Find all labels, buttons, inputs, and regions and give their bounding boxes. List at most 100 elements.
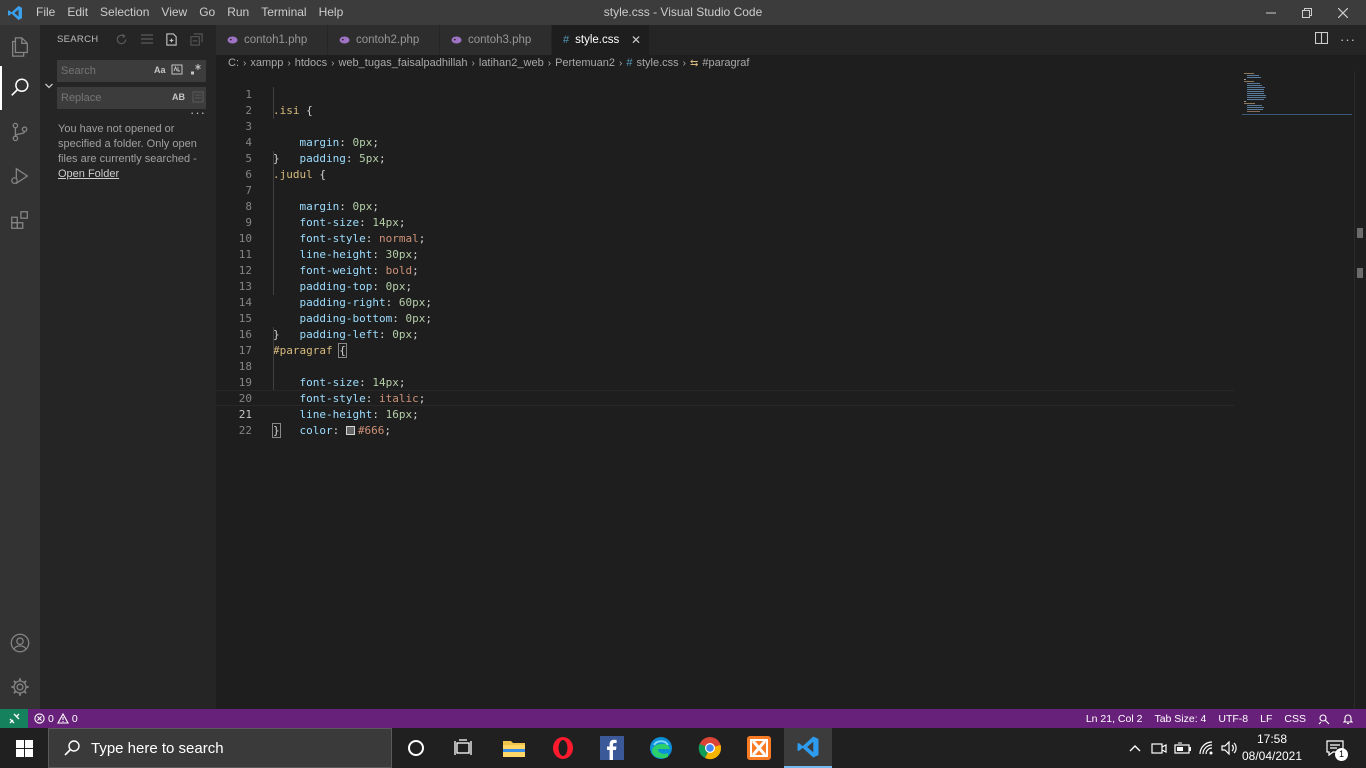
menu-terminal[interactable]: Terminal — [255, 0, 312, 25]
menu-selection[interactable]: Selection — [94, 0, 155, 25]
tab-style-css[interactable]: # style.css ✕ — [552, 25, 650, 55]
collapse-all-icon[interactable] — [189, 32, 204, 46]
code-line: 14 padding-left: 0px; — [216, 279, 1234, 341]
vscode-taskbar-button[interactable] — [784, 728, 832, 768]
files-icon — [12, 37, 28, 57]
split-editor-icon[interactable] — [1314, 31, 1329, 47]
tab-contoh2-php[interactable]: contoh2.php — [328, 25, 440, 55]
editor-tabs: contoh1.php contoh2.php contoh3.php # st… — [216, 25, 1366, 55]
accounts-button[interactable] — [0, 621, 40, 665]
wifi-icon — [1199, 741, 1213, 755]
breadcrumb-item[interactable]: style.css — [636, 57, 678, 69]
problems-indicator[interactable]: 0 0 — [28, 713, 84, 725]
search-icon — [64, 740, 80, 756]
breadcrumb-item[interactable]: #paragraf — [702, 57, 749, 69]
toggle-search-details-button[interactable]: ··· — [190, 105, 206, 120]
menu-run[interactable]: Run — [221, 0, 255, 25]
tab-label: contoh1.php — [244, 34, 308, 46]
source-control-button[interactable] — [0, 110, 40, 154]
chevron-right-icon: › — [471, 57, 475, 69]
vertical-scrollbar[interactable] — [1354, 71, 1366, 709]
text-cursor — [279, 423, 281, 437]
minimap[interactable] — [1242, 71, 1352, 115]
chrome-button[interactable] — [686, 728, 734, 768]
sidebar-actions — [114, 32, 204, 46]
show-hidden-icons-button[interactable] — [1124, 728, 1146, 768]
volume-button[interactable] — [1219, 728, 1241, 768]
code-line: 3 padding: 5px; — [216, 103, 1234, 165]
remote-indicator[interactable] — [0, 709, 28, 728]
close-window-button[interactable] — [1320, 0, 1366, 25]
close-tab-icon[interactable]: ✕ — [631, 33, 641, 47]
regex-icon[interactable] — [190, 63, 202, 77]
explorer-button[interactable] — [0, 25, 40, 69]
extensions-button[interactable] — [0, 198, 40, 242]
xampp-button[interactable] — [735, 728, 783, 768]
language-mode[interactable]: CSS — [1278, 713, 1312, 725]
color-swatch[interactable] — [345, 426, 355, 435]
start-button[interactable] — [0, 728, 48, 768]
preserve-case-option[interactable]: AB — [172, 92, 185, 102]
facebook-button[interactable] — [588, 728, 636, 768]
tab-size[interactable]: Tab Size: 4 — [1148, 713, 1212, 725]
network-button[interactable] — [1196, 728, 1218, 768]
breadcrumb-item[interactable]: C: — [228, 57, 239, 69]
folder-icon — [503, 741, 525, 757]
edge-icon — [650, 737, 672, 759]
cortana-button[interactable] — [392, 728, 440, 768]
clear-results-icon[interactable] — [139, 32, 154, 46]
opera-icon — [553, 737, 573, 759]
menu-file[interactable]: File — [30, 0, 61, 25]
breadcrumb-item[interactable]: xampp — [250, 57, 283, 69]
toggle-replace-chevron-icon[interactable] — [44, 78, 54, 96]
edge-button[interactable] — [637, 728, 685, 768]
run-debug-button[interactable] — [0, 154, 40, 198]
vscode-window: File Edit Selection View Go Run Terminal… — [0, 0, 1366, 768]
meet-now-button[interactable] — [1148, 728, 1170, 768]
code-line: 10 font-weight: bold; — [216, 215, 1234, 277]
code-line: 17 font-size: 14px; — [216, 327, 1234, 389]
tab-contoh1-php[interactable]: contoh1.php — [216, 25, 328, 55]
breadcrumb-item[interactable]: web_tugas_faisalpadhillah — [338, 57, 467, 69]
file-explorer-button[interactable] — [490, 728, 538, 768]
error-count: 0 — [48, 712, 54, 725]
breadcrumb-item[interactable]: htdocs — [295, 57, 327, 69]
search-view-button[interactable] — [0, 66, 40, 110]
cursor-position[interactable]: Ln 21, Col 2 — [1080, 713, 1149, 725]
match-case-option[interactable]: Aa — [154, 65, 166, 75]
new-search-editor-icon[interactable] — [164, 32, 179, 46]
manage-button[interactable] — [0, 665, 40, 709]
code-line: 6 margin: 0px; — [216, 151, 1234, 213]
chevron-right-icon: › — [682, 57, 686, 69]
opera-button[interactable] — [539, 728, 587, 768]
open-folder-link[interactable]: Open Folder — [58, 168, 119, 180]
menu-go[interactable]: Go — [193, 0, 221, 25]
replace-all-icon[interactable] — [192, 91, 204, 105]
taskbar-clock[interactable]: 17:58 08/04/2021 — [1240, 731, 1304, 765]
notifications-bell-icon[interactable] — [1336, 713, 1360, 725]
clock-time: 17:58 — [1256, 732, 1288, 746]
breadcrumb-item[interactable]: Pertemuan2 — [555, 57, 615, 69]
code-line: 13 padding-bottom: 0px; — [216, 263, 1234, 325]
breadcrumb-item[interactable]: latihan2_web — [479, 57, 544, 69]
more-actions-icon[interactable]: ··· — [1340, 32, 1356, 47]
cortana-circle-icon — [408, 740, 424, 756]
end-of-line[interactable]: LF — [1254, 713, 1278, 725]
menu-edit[interactable]: Edit — [61, 0, 94, 25]
action-center-button[interactable]: 1 — [1320, 728, 1350, 768]
taskbar-search-box[interactable]: Type here to search — [48, 728, 392, 768]
match-whole-word-icon[interactable] — [171, 64, 183, 77]
menu-help[interactable]: Help — [313, 0, 350, 25]
menu-view[interactable]: View — [155, 0, 193, 25]
code-editor[interactable]: 1 .isi { 2 margin: 0px; 3 padding: 5px; … — [216, 71, 1366, 709]
refresh-icon[interactable] — [114, 32, 129, 46]
vscode-logo-icon — [0, 0, 30, 25]
task-view-button[interactable] — [440, 728, 488, 768]
tab-label: style.css — [575, 34, 620, 46]
status-right: Ln 21, Col 2 Tab Size: 4 UTF-8 LF CSS — [1080, 709, 1360, 728]
search-input[interactable] — [57, 60, 206, 82]
feedback-icon[interactable] — [1312, 713, 1336, 725]
encoding[interactable]: UTF-8 — [1212, 713, 1254, 725]
tab-contoh3-php[interactable]: contoh3.php — [440, 25, 552, 55]
battery-button[interactable] — [1172, 728, 1194, 768]
